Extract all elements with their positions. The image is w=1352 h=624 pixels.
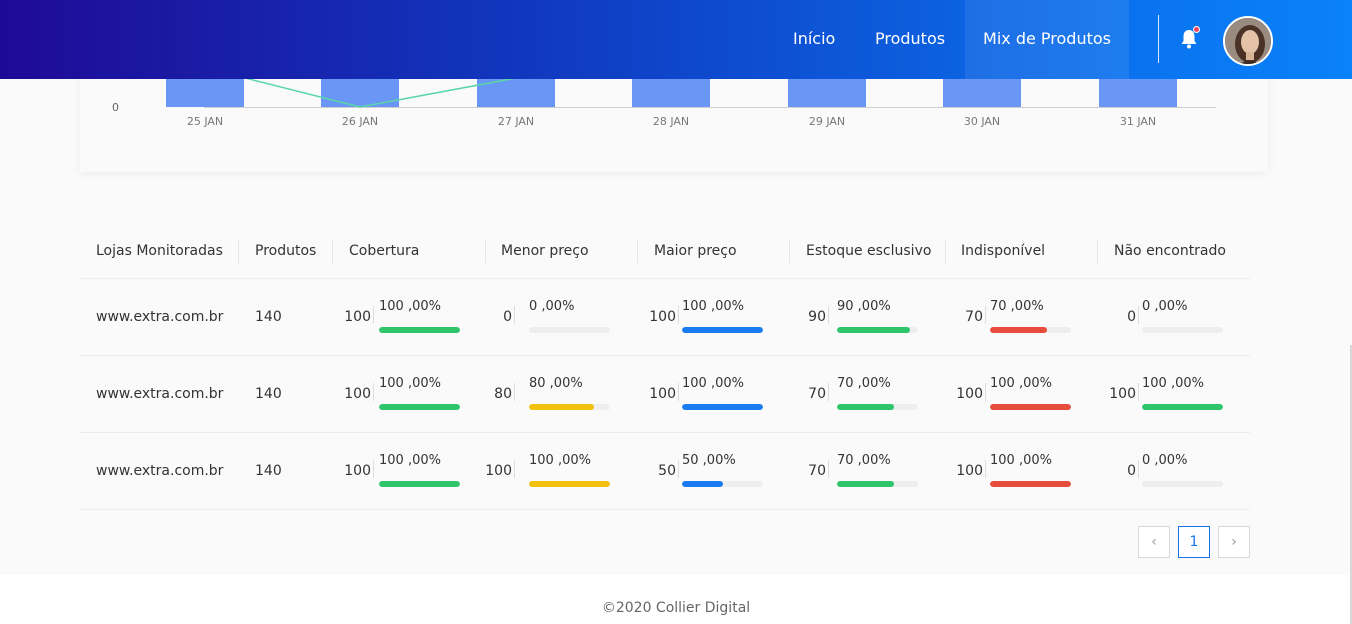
progress-bar bbox=[1142, 481, 1223, 487]
metric-cell: 0 0 ,00% bbox=[80, 433, 1250, 510]
column-header: Estoque esclusivo bbox=[806, 243, 932, 259]
nav-divider bbox=[1158, 15, 1159, 63]
metric-cell: 100 100 ,00% bbox=[80, 356, 1250, 433]
footer-copyright: ©2020 Collier Digital bbox=[601, 600, 751, 616]
top-navbar: Início Produtos Mix de Produtos bbox=[0, 0, 1352, 79]
stores-table: Lojas Monitoradas Produtos Cobertura Menor … bbox=[80, 224, 1250, 510]
pagination-page-1[interactable]: 1 bbox=[1178, 526, 1210, 558]
table-body: www.extra.com.br 140 100 100 ,00% 0 0 ,00% 100… bbox=[80, 279, 1250, 510]
header-divider bbox=[637, 239, 638, 263]
chart-x-tick-label: 25 JAN bbox=[187, 115, 223, 128]
table-row[interactable]: www.extra.com.br 140 100 100 ,00% 80 80 ,00% 1… bbox=[80, 356, 1250, 433]
metric-divider bbox=[1138, 306, 1139, 324]
header-divider bbox=[1097, 239, 1098, 263]
pagination-prev-button[interactable]: ‹ bbox=[1138, 526, 1170, 558]
table-row[interactable]: www.extra.com.br 140 100 100 ,00% 100 100 ,00… bbox=[80, 433, 1250, 510]
pagination-next-button[interactable]: › bbox=[1218, 526, 1250, 558]
header-divider bbox=[789, 239, 790, 263]
metric-divider bbox=[1138, 383, 1139, 401]
chart-x-tick-label: 30 JAN bbox=[964, 115, 1000, 128]
header-divider bbox=[945, 239, 946, 263]
metric-divider bbox=[1138, 460, 1139, 478]
header-divider bbox=[485, 239, 486, 263]
nav-produtos[interactable]: Produtos bbox=[875, 0, 945, 79]
chart-x-tick-label: 31 JAN bbox=[1120, 115, 1156, 128]
metric-count: 100 bbox=[1109, 386, 1136, 402]
column-header: Maior preço bbox=[654, 243, 737, 259]
progress-bar bbox=[1142, 404, 1223, 410]
user-avatar[interactable] bbox=[1223, 16, 1273, 66]
table-header: Lojas Monitoradas Produtos Cobertura Menor … bbox=[80, 224, 1250, 279]
chart-x-tick-label: 28 JAN bbox=[653, 115, 689, 128]
nav-inicio[interactable]: Início bbox=[793, 0, 835, 79]
chart-x-tick-label: 27 JAN bbox=[498, 115, 534, 128]
column-header: Cobertura bbox=[349, 243, 420, 259]
progress-bar bbox=[1142, 327, 1223, 333]
metric-count: 0 bbox=[1127, 309, 1136, 325]
metric-percent: 0 ,00% bbox=[1142, 299, 1188, 314]
column-header: Lojas Monitoradas bbox=[96, 243, 223, 259]
column-header: Indisponível bbox=[961, 243, 1046, 259]
progress-fill bbox=[1142, 404, 1223, 410]
chart-x-tick-label: 29 JAN bbox=[809, 115, 845, 128]
nav-mix-de-produtos[interactable]: Mix de Produtos bbox=[965, 0, 1129, 79]
header-divider bbox=[332, 239, 333, 263]
column-header: Produtos bbox=[255, 243, 317, 259]
chart-y-tick-label: 0 bbox=[112, 101, 119, 114]
metric-percent: 0 ,00% bbox=[1142, 453, 1188, 468]
chart-x-tick-label: 26 JAN bbox=[342, 115, 378, 128]
table-row[interactable]: www.extra.com.br 140 100 100 ,00% 0 0 ,00% 100… bbox=[80, 279, 1250, 356]
notification-badge bbox=[1193, 26, 1200, 33]
metric-cell: 0 0 ,00% bbox=[80, 279, 1250, 356]
column-header: Menor preço bbox=[501, 243, 589, 259]
metric-percent: 100 ,00% bbox=[1142, 376, 1204, 391]
metric-count: 0 bbox=[1127, 463, 1136, 479]
footer: ©2020 Collier Digital bbox=[0, 575, 1352, 624]
column-header: Não encontrado bbox=[1114, 243, 1226, 259]
header-divider bbox=[238, 239, 239, 263]
